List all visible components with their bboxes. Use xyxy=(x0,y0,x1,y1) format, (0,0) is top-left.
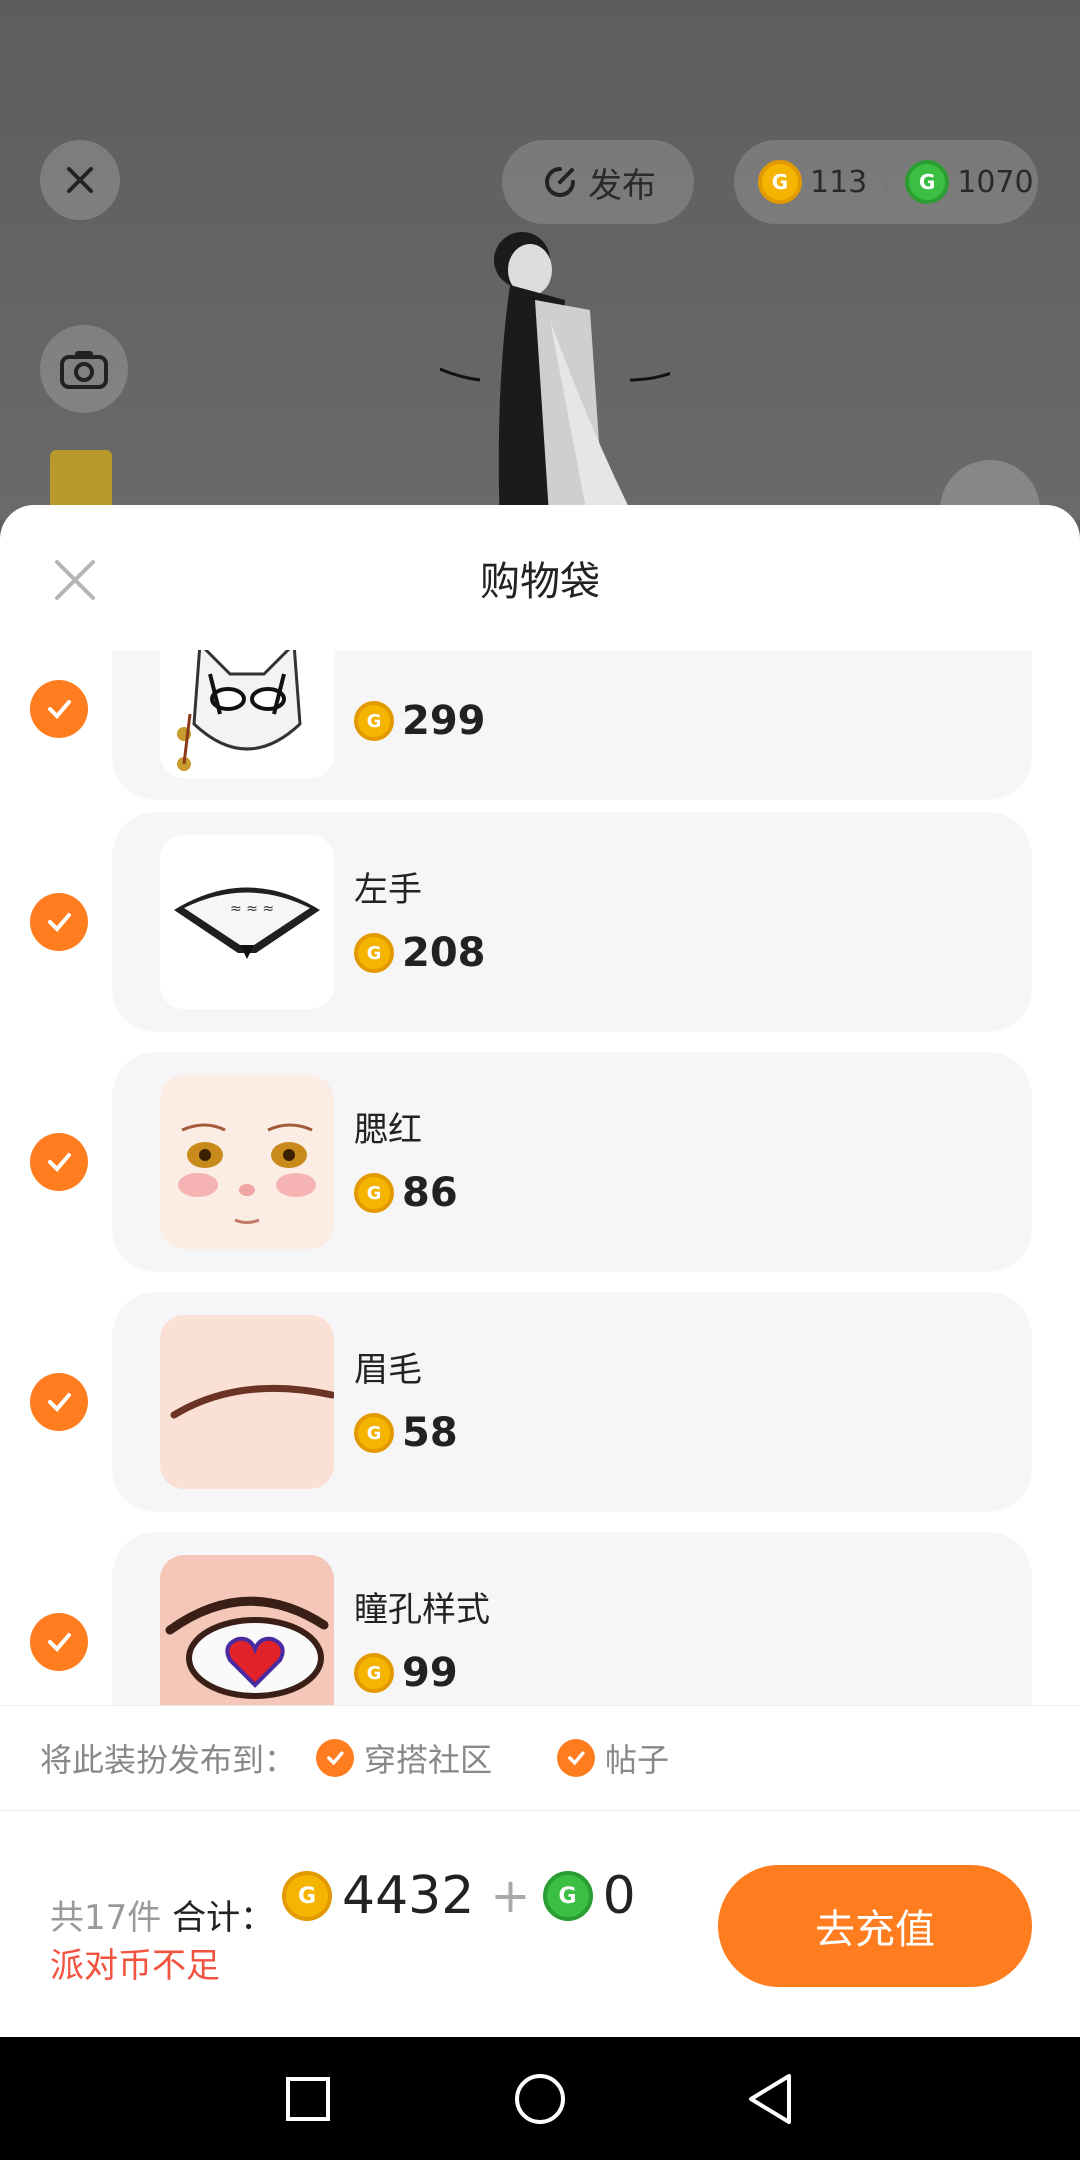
total-label: 合计： xyxy=(172,1898,275,1938)
avatar-scene: 发布 G 113 G 1070 xyxy=(0,0,1080,520)
home-button[interactable] xyxy=(510,2069,570,2129)
option-label: 穿搭社区 xyxy=(364,1741,493,1779)
publish-icon xyxy=(545,167,575,197)
item-name: 左手 xyxy=(354,870,422,910)
gold-balance: 113 xyxy=(810,164,868,200)
gold-coin-icon: G xyxy=(354,701,394,741)
check-icon xyxy=(48,700,71,719)
publish-to-row: 将此装扮发布到： 穿搭社区 帖子 xyxy=(0,1705,1080,1811)
plus-sign: + xyxy=(490,1868,531,1924)
check-icon xyxy=(327,1751,344,1766)
camera-button[interactable] xyxy=(40,325,128,413)
publish-label: 发布 xyxy=(588,165,656,206)
recents-button[interactable] xyxy=(278,2069,338,2129)
gold-coin-icon: G xyxy=(354,933,394,973)
total-amount: G 4432 + G 0 xyxy=(282,1866,646,1926)
back-button[interactable] xyxy=(740,2069,800,2129)
item-checkbox[interactable] xyxy=(30,680,88,738)
item-checkbox[interactable] xyxy=(30,1373,88,1431)
check-icon xyxy=(48,1393,71,1412)
gold-coin-icon: G xyxy=(282,1871,332,1921)
item-thumbnail xyxy=(160,1075,334,1249)
green-total: 0 xyxy=(602,1866,636,1926)
heart-pupil-icon xyxy=(160,1555,334,1705)
eyebrow-icon xyxy=(160,1315,334,1489)
avatar-figure xyxy=(440,232,670,520)
list-item[interactable]: 瞳孔样式 G 99 xyxy=(0,1532,1080,1705)
item-price: G 99 xyxy=(354,1650,458,1696)
item-name: 瞳孔样式 xyxy=(354,1590,490,1630)
divider xyxy=(885,169,888,195)
option-label: 帖子 xyxy=(605,1741,670,1779)
fox-mask-icon xyxy=(160,650,334,778)
gold-coin-icon: G xyxy=(758,160,802,204)
sheet-header: 购物袋 xyxy=(0,505,1080,650)
item-name: 腮红 xyxy=(354,1110,422,1150)
recharge-button[interactable]: 去充值 xyxy=(718,1865,1032,1987)
item-checkbox[interactable] xyxy=(30,1133,88,1191)
item-thumbnail xyxy=(160,1555,334,1705)
list-item[interactable]: 头饰 G 299 xyxy=(0,650,1080,800)
item-thumbnail xyxy=(160,650,334,778)
insufficient-coins-warning: 派对币不足 xyxy=(50,1946,220,1986)
item-thumbnail: ≈ ≈ ≈ xyxy=(160,835,334,1009)
publish-button[interactable]: 发布 xyxy=(502,140,694,224)
item-price: G 86 xyxy=(354,1170,458,1216)
system-nav-bar xyxy=(0,2037,1080,2160)
list-item[interactable]: ≈ ≈ ≈ 左手 G 208 xyxy=(0,812,1080,1032)
gold-total: 4432 xyxy=(342,1866,475,1926)
item-thumbnail xyxy=(160,1315,334,1489)
balance-pill[interactable]: G 113 G 1070 xyxy=(734,140,1038,224)
green-coin-icon: G xyxy=(542,1871,593,1921)
green-balance: 1070 xyxy=(957,164,1034,200)
svg-text:≈ ≈ ≈: ≈ ≈ ≈ xyxy=(230,901,274,917)
item-count: 共17件 合计： xyxy=(50,1898,275,1938)
list-item[interactable]: 眉毛 G 58 xyxy=(0,1292,1080,1512)
checkout-footer: 共17件 合计： G 4432 + G 0 派对币不足 去充值 xyxy=(0,1810,1080,2037)
gold-coin-icon: G xyxy=(354,1653,394,1693)
green-coin-icon: G xyxy=(905,160,950,204)
square-icon xyxy=(286,2076,330,2121)
checkbox[interactable] xyxy=(316,1739,354,1777)
check-icon xyxy=(568,1751,585,1766)
item-price: G 299 xyxy=(354,698,486,744)
blush-face-icon xyxy=(160,1075,334,1249)
item-checkbox[interactable] xyxy=(30,893,88,951)
list-item[interactable]: 腮红 G 86 xyxy=(0,1052,1080,1272)
camera-icon xyxy=(60,351,108,389)
folding-fan-icon: ≈ ≈ ≈ xyxy=(160,835,334,1009)
item-price: G 208 xyxy=(354,930,486,976)
publish-to-label: 将此装扮发布到： xyxy=(40,1741,297,1779)
gold-coin-icon: G xyxy=(354,1413,394,1453)
item-list[interactable]: 头饰 G 299 ≈ ≈ ≈ 左手 xyxy=(0,650,1080,1705)
item-checkbox[interactable] xyxy=(30,1613,88,1671)
check-icon xyxy=(48,1633,71,1652)
gold-coin-icon: G xyxy=(354,1173,394,1213)
publish-option-outfit-community[interactable]: 穿搭社区 xyxy=(316,1735,492,1781)
shopping-bag-sheet: 购物袋 头饰 G 299 xyxy=(0,505,1080,2037)
publish-option-post[interactable]: 帖子 xyxy=(557,1735,669,1781)
circle-icon xyxy=(515,2073,565,2124)
item-price: G 58 xyxy=(354,1410,458,1456)
item-name: 眉毛 xyxy=(354,1350,422,1390)
close-scene-button[interactable] xyxy=(40,140,120,220)
back-triangle-icon xyxy=(749,2073,791,2124)
checkbox[interactable] xyxy=(557,1739,595,1777)
close-icon xyxy=(67,167,93,193)
check-icon xyxy=(48,913,71,932)
check-icon xyxy=(48,1153,71,1172)
sheet-title: 购物袋 xyxy=(480,559,600,605)
